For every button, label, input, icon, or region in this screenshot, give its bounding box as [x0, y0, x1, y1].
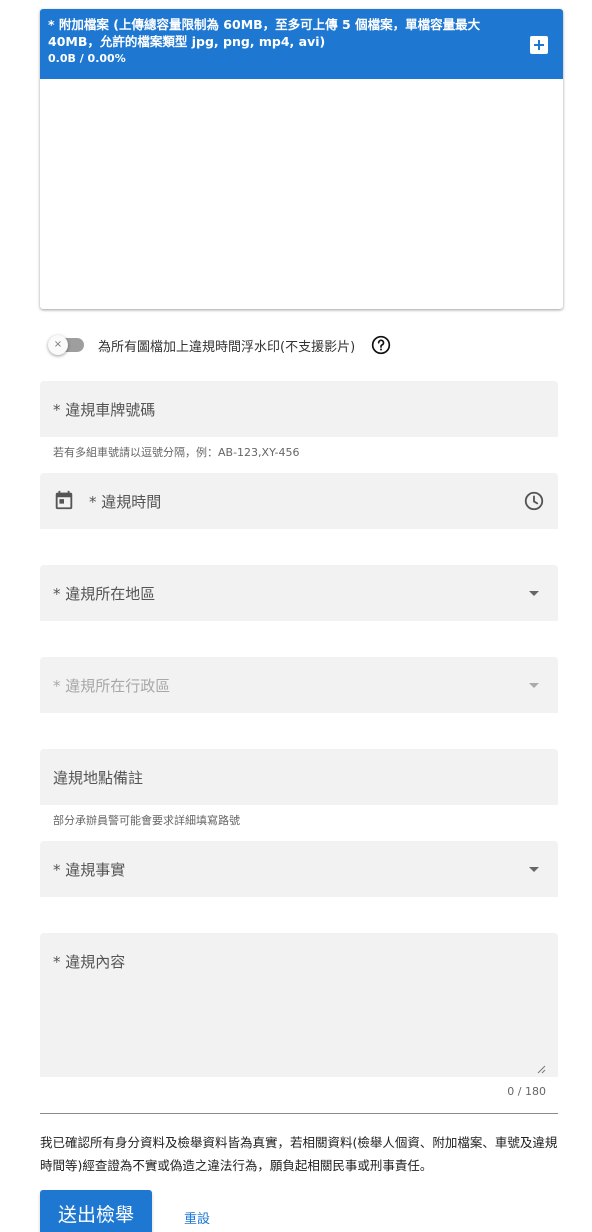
watermark-toggle-row: × 為所有圖檔加上違規時間浮水印(不支援影片) [48, 334, 391, 356]
divider [40, 1113, 558, 1114]
declaration-text: 我已確認所有身分資料及檢舉資料皆為真實，若相關資料(檢舉人個資、附加檔案、車號及… [40, 1135, 558, 1173]
file-upload-card[interactable]: * 附加檔案 (上傳總容量限制為 60MB，至多可上傳 5 個檔案，單檔容量最大… [40, 9, 563, 309]
plus-icon[interactable] [530, 36, 548, 54]
upload-dropzone[interactable] [40, 79, 563, 309]
violation-fact-label: * 違規事實 [53, 861, 126, 879]
toggle-knob: × [48, 335, 68, 355]
watermark-toggle-label: 為所有圖檔加上違規時間浮水印(不支援影片) [98, 339, 356, 355]
violation-region-label: * 違規所在地區 [53, 585, 156, 603]
violation-fact-select[interactable]: * 違規事實 [40, 841, 558, 897]
location-note-label: 違規地點備註 [53, 769, 144, 787]
violation-district-label: * 違規所在行政區 [53, 677, 171, 695]
chevron-down-icon [529, 591, 539, 596]
submit-button[interactable]: 送出檢舉 [40, 1190, 152, 1232]
plate-number-hint: 若有多組車號請以逗號分隔，例：AB-123,XY-456 [53, 446, 300, 459]
violation-region-select[interactable]: * 違規所在地區 [40, 565, 558, 621]
character-counter: 0 / 180 [507, 1085, 546, 1098]
violation-time-field[interactable]: * 違規時間 [40, 473, 558, 529]
reset-button[interactable]: 重設 [184, 1208, 210, 1227]
clock-icon[interactable] [523, 490, 545, 512]
chevron-down-icon [529, 683, 539, 688]
plate-number-label: * 違規車牌號碼 [53, 401, 156, 419]
upload-progress: 0.0B / 0.00% [48, 52, 126, 65]
violation-district-select: * 違規所在行政區 [40, 657, 558, 713]
violation-content-label: * 違規內容 [53, 953, 126, 971]
violation-time-label: * 違規時間 [89, 493, 162, 511]
upload-header: * 附加檔案 (上傳總容量限制為 60MB，至多可上傳 5 個檔案，單檔容量最大… [40, 9, 563, 79]
location-note-field[interactable]: 違規地點備註 [40, 749, 558, 805]
location-note-hint: 部分承辦員警可能會要求詳細填寫路號 [53, 814, 240, 827]
resize-handle-icon[interactable] [536, 1064, 546, 1074]
chevron-down-icon [529, 867, 539, 872]
calendar-icon[interactable] [53, 489, 75, 511]
question-circle-icon[interactable] [371, 335, 391, 355]
upload-title: * 附加檔案 (上傳總容量限制為 60MB，至多可上傳 5 個檔案，單檔容量最大… [48, 17, 481, 49]
plate-number-field[interactable]: * 違規車牌號碼 [40, 381, 558, 437]
violation-content-textarea[interactable]: * 違規內容 [40, 933, 558, 1077]
watermark-toggle[interactable]: × [48, 335, 84, 355]
